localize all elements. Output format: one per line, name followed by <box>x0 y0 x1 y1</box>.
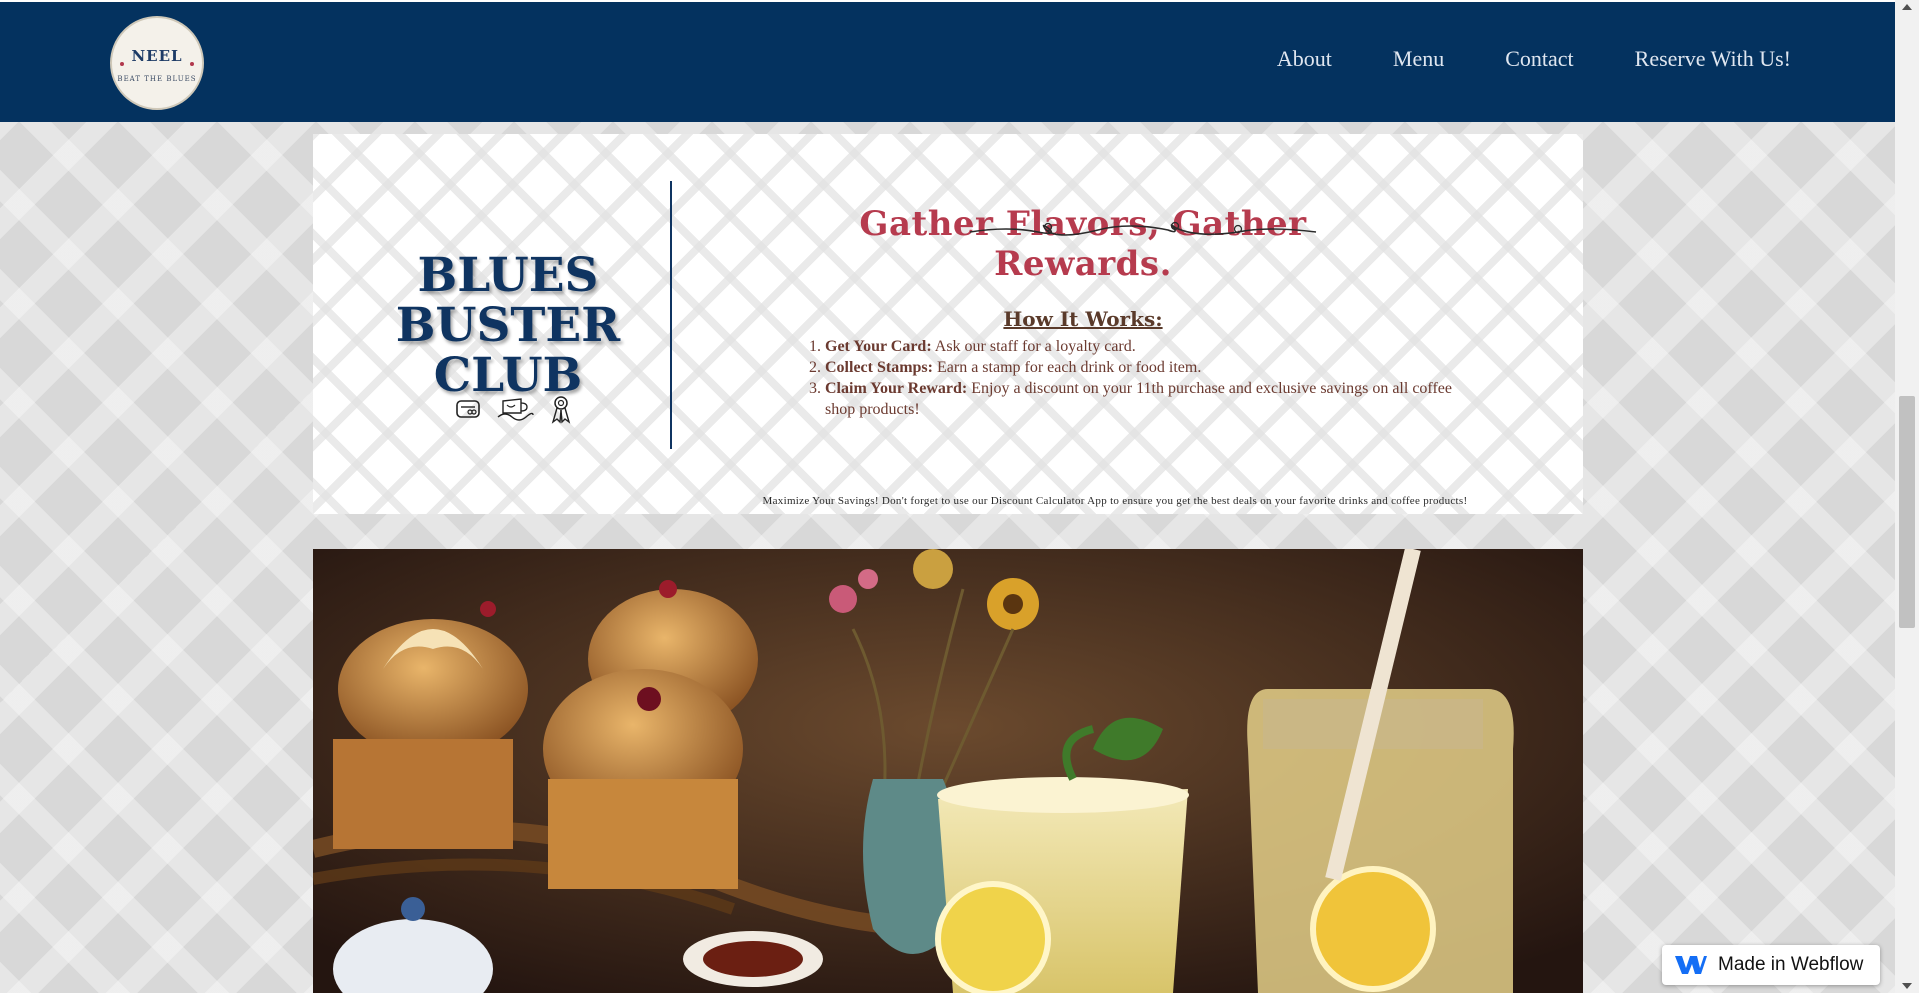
scroll-thumb[interactable] <box>1899 396 1915 628</box>
loyalty-panel: BLUES BUSTER CLUB Gather Flavors, Gather… <box>313 134 1583 514</box>
step-label: Collect Stamps: <box>825 359 933 376</box>
scroll-down-icon[interactable] <box>1902 983 1912 989</box>
badge-label: Made in Webflow <box>1718 954 1864 975</box>
coffee-stamp-icon <box>495 395 535 423</box>
step-label: Get Your Card: <box>825 338 932 355</box>
panel-divider <box>670 181 672 449</box>
site-logo[interactable]: NEEL BEAT THE BLUES <box>110 16 204 110</box>
loyalty-card-icon <box>455 398 481 420</box>
step-text: Earn a stamp for each drink or food item… <box>932 359 1202 376</box>
how-it-works-title: How It Works: <box>1003 307 1163 331</box>
nav-link-about[interactable]: About <box>1277 46 1332 72</box>
step-text: Ask our staff for a loyalty card. <box>931 338 1136 355</box>
logo-dot-left <box>120 62 124 66</box>
list-item: Get Your Card: Ask our staff for a loyal… <box>825 336 1485 357</box>
club-icons <box>455 394 573 424</box>
savings-note: Maximize Your Savings! Don't forget to u… <box>762 495 1468 507</box>
swirl-ornament-icon <box>969 221 1317 236</box>
scroll-up-icon[interactable] <box>1902 4 1912 10</box>
navbar: NEEL BEAT THE BLUES About Menu Contact R… <box>0 0 1895 122</box>
logo-bottom-text: BEAT THE BLUES <box>117 75 197 83</box>
nav-link-reserve[interactable]: Reserve With Us! <box>1635 46 1791 72</box>
cafe-photo <box>313 549 1583 993</box>
rewards-headline: Gather Flavors, Gather Rewards. <box>859 204 1307 285</box>
webflow-logo-icon <box>1675 956 1707 974</box>
logo-top-text: NEEL <box>131 47 183 65</box>
list-item: Claim Your Reward: Enjoy a discount on y… <box>825 378 1485 420</box>
list-item: Collect Stamps: Earn a stamp for each dr… <box>825 357 1485 378</box>
logo-dot-right <box>190 62 194 66</box>
club-title: BLUES BUSTER CLUB <box>395 248 621 404</box>
nav-link-contact[interactable]: Contact <box>1505 46 1573 72</box>
nav-link-menu[interactable]: Menu <box>1393 46 1444 72</box>
step-label: Claim Your Reward: <box>825 380 968 397</box>
main-nav: About Menu Contact Reserve With Us! <box>1216 46 1791 72</box>
steps-list: Get Your Card: Ask our staff for a loyal… <box>811 336 1485 420</box>
page-scrollbar[interactable] <box>1895 0 1919 993</box>
made-in-webflow-badge[interactable]: Made in Webflow <box>1662 945 1880 985</box>
reward-ribbon-icon <box>549 394 573 424</box>
